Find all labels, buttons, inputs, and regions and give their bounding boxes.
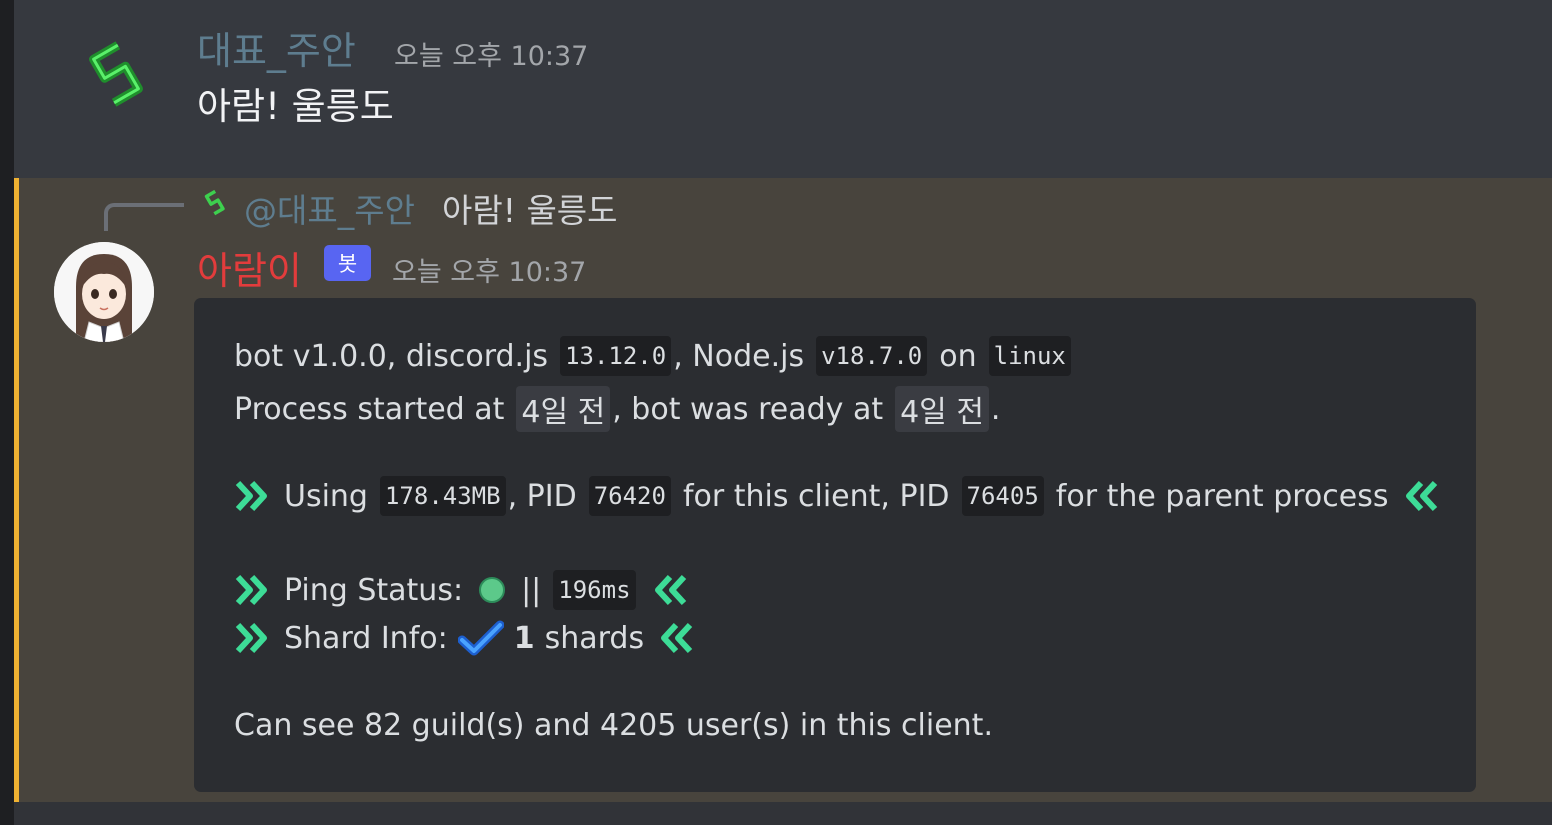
ping-code: 196ms: [553, 570, 636, 610]
embed-line-memory: Using 178.43MB , PID 76420 for this clie…: [234, 476, 1439, 516]
process-prefix: Process started at: [234, 391, 505, 427]
chevron-left-icon: [661, 622, 693, 654]
bot-avatar[interactable]: [54, 242, 154, 342]
message-1: 대표_주안 오늘 오후 10:37 아람! 울릉도: [14, 0, 1552, 178]
chevron-right-icon: [235, 622, 267, 654]
message-1-text: 아람! 울릉도: [197, 85, 394, 128]
process-started-timestamp[interactable]: 4일 전: [516, 386, 611, 432]
process-middle: , bot was ready at: [612, 391, 884, 427]
embed-line-process: Process started at 4일 전 , bot was ready …: [234, 386, 1000, 432]
message-1-author[interactable]: 대표_주안: [197, 20, 356, 75]
bot-avatar-illustration-icon: [54, 242, 154, 342]
ping-status-label: Ping Status:: [284, 572, 464, 608]
reply-preview-text[interactable]: 아람! 울릉도: [442, 184, 618, 232]
mention-highlight-bar: [14, 178, 19, 802]
chevron-left-icon: [654, 574, 686, 606]
ping-separator: ||: [521, 572, 542, 608]
bot-tag-badge: 봇: [324, 245, 371, 281]
guilds-users-text: Can see 82 guild(s) and 4205 user(s) in …: [234, 708, 993, 743]
parent-process-label: for the parent process: [1055, 478, 1389, 514]
using-label: Using: [284, 478, 368, 514]
discordjs-version-code: 13.12.0: [560, 336, 672, 376]
chevron-left-icon: [1405, 480, 1437, 512]
pid-label: , PID: [507, 478, 577, 514]
embed-line-guilds: Can see 82 guild(s) and 4205 user(s) in …: [234, 708, 993, 743]
bot-author-name[interactable]: 아람이: [197, 240, 302, 295]
parent-pid-code: 76405: [961, 476, 1044, 516]
shard-unit: shards: [544, 620, 645, 656]
shard-count: 1: [513, 620, 535, 656]
message-2-timestamp: 오늘 오후 10:37: [392, 257, 587, 288]
status-embed: bot v1.0.0, discord.js 13.12.0 , Node.js…: [194, 298, 1476, 792]
reply-avatar-logo-icon[interactable]: [200, 188, 230, 218]
embed-line-versions: bot v1.0.0, discord.js 13.12.0 , Node.js…: [234, 336, 1073, 376]
pid-code: 76420: [588, 476, 671, 516]
checkmark-icon: [457, 620, 504, 656]
chevron-right-icon: [235, 480, 267, 512]
node-label: , Node.js: [673, 338, 805, 374]
message-1-timestamp: 오늘 오후 10:37: [394, 41, 589, 72]
on-label: on: [939, 338, 977, 374]
status-online-dot-icon: [479, 577, 506, 603]
process-suffix: .: [990, 391, 1001, 427]
memory-code: 178.43MB: [379, 476, 506, 516]
reply-connector: [104, 203, 184, 231]
node-version-code: v18.7.0: [816, 336, 928, 376]
bot-ready-timestamp[interactable]: 4일 전: [895, 386, 989, 432]
chevron-right-icon: [235, 574, 267, 606]
pid-middle: for this client, PID: [682, 478, 950, 514]
embed-line-ping: Ping Status: || 196ms: [234, 570, 688, 610]
user-avatar-logo-icon[interactable]: [74, 32, 158, 116]
reply-author[interactable]: @대표_주안: [244, 184, 415, 232]
shard-info-label: Shard Info:: [284, 620, 448, 656]
versions-prefix: bot v1.0.0, discord.js: [234, 338, 549, 374]
embed-line-shard: Shard Info: 1 shards: [234, 620, 694, 656]
platform-code: linux: [988, 336, 1071, 376]
chat-area: 대표_주안 오늘 오후 10:37 아람! 울릉도 @대표_주안 아람! 울릉도…: [14, 0, 1552, 825]
